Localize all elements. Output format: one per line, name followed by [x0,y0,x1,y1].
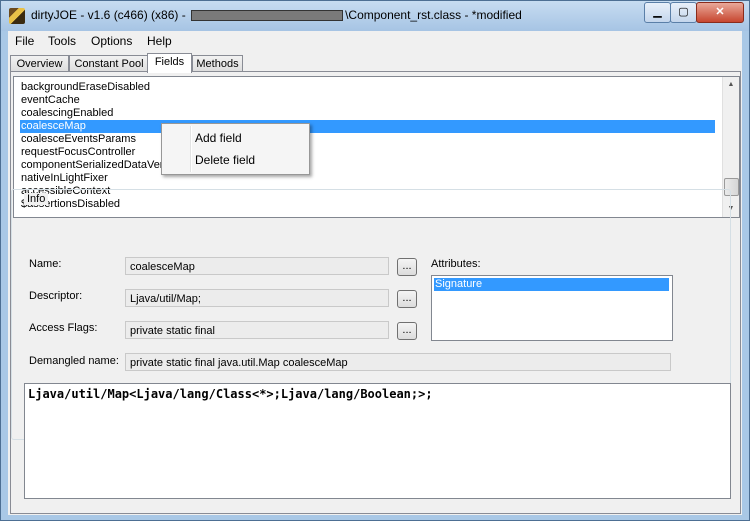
access-flags-label: Access Flags: [29,322,98,334]
list-item[interactable]: componentSerializedDataVers [21,159,169,172]
access-flags-browse-button[interactable]: ... [397,322,417,340]
signature-text: Ljava/util/Map<Ljava/lang/Class<*>;Ljava… [28,387,433,401]
tab-constant-pool[interactable]: Constant Pool [69,55,149,72]
menu-add-field[interactable]: Add field [195,131,242,145]
list-item[interactable]: eventCache [21,94,80,107]
menu-file[interactable]: File [15,34,34,48]
demangled-field[interactable]: private static final java.util.Map coale… [125,353,671,371]
attributes-label: Attributes: [431,258,481,270]
list-item[interactable]: nativeInLightFixer [21,172,108,185]
attribute-item-signature[interactable]: Signature [434,278,669,291]
attributes-list[interactable]: Signature [431,275,673,341]
descriptor-label: Descriptor: [29,290,83,302]
window-title-suffix: \Component_rst.class - *modified [345,8,522,22]
context-menu: Add field Delete field [161,123,310,175]
list-item[interactable]: coalesceEventsParams [21,133,136,146]
window-title: dirtyJOE - v1.6 (c466) (x86) - \Componen… [31,8,522,22]
name-label: Name: [29,258,62,270]
close-button[interactable]: ✕ [696,2,744,23]
name-browse-button[interactable]: ... [397,258,417,276]
app-icon [9,8,25,24]
menu-delete-field[interactable]: Delete field [195,153,255,167]
title-bar[interactable]: dirtyJOE - v1.6 (c466) (x86) - \Componen… [1,1,749,31]
maximize-button[interactable]: ▢ [670,2,697,23]
app-window: dirtyJOE - v1.6 (c466) (x86) - \Componen… [0,0,750,521]
menu-gutter [190,126,192,172]
name-field[interactable]: coalesceMap [125,257,389,275]
tab-fields[interactable]: Fields [147,53,192,73]
menu-bar: File Tools Options Help [8,31,742,50]
signature-editor[interactable]: Ljava/util/Map<Ljava/lang/Class<*>;Ljava… [24,383,731,499]
menu-tools[interactable]: Tools [48,34,76,48]
minimize-button[interactable]: ▁ [644,2,671,23]
info-group-label: Info [24,193,49,205]
window-title-prefix: dirtyJOE - v1.6 (c466) (x86) - [31,8,186,22]
descriptor-browse-button[interactable]: ... [397,290,417,308]
list-item[interactable]: coalescingEnabled [21,107,113,120]
redacted-path [191,10,344,22]
list-item[interactable]: backgroundEraseDisabled [21,81,150,94]
scroll-up-arrow-icon[interactable]: ▲ [723,77,739,93]
access-flags-field[interactable]: private static final [125,321,389,339]
menu-help[interactable]: Help [147,34,172,48]
tab-overview[interactable]: Overview [10,55,69,72]
menu-options[interactable]: Options [91,34,132,48]
list-item[interactable]: requestFocusController [21,146,135,159]
demangled-label: Demangled name: [29,355,119,367]
descriptor-field[interactable]: Ljava/util/Map; [125,289,389,307]
tab-methods[interactable]: Methods [192,55,243,72]
list-item-selected[interactable]: coalesceMap [20,120,715,133]
